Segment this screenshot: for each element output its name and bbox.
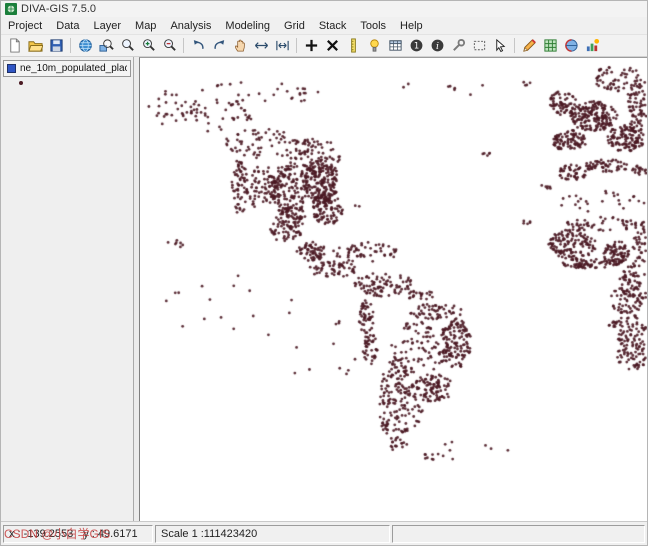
app-window: DIVA-GIS 7.5.0 Project Data Layer Map An… — [0, 0, 648, 546]
zoom-in-button[interactable] — [138, 36, 158, 56]
pan-button[interactable] — [230, 36, 250, 56]
pan-hand-icon — [234, 39, 245, 52]
toolbar: 1 i — [1, 35, 647, 57]
menu-layer[interactable]: Layer — [87, 17, 129, 35]
pointer-query-button[interactable] — [490, 36, 510, 56]
projection-globe-icon — [564, 39, 578, 52]
open-project-button[interactable] — [25, 36, 45, 56]
menu-grid[interactable]: Grid — [277, 17, 312, 35]
zoom-window-icon — [121, 39, 134, 51]
title-bar: DIVA-GIS 7.5.0 — [1, 1, 647, 17]
delete-feature-icon — [326, 40, 338, 51]
pointer-query-icon — [495, 38, 505, 53]
next-view-button[interactable] — [209, 36, 229, 56]
measure-button[interactable] — [343, 36, 363, 56]
identify-info-icon: i — [431, 39, 443, 52]
menu-map[interactable]: Map — [128, 17, 163, 35]
map-viewport — [139, 57, 647, 521]
menu-help[interactable]: Help — [393, 17, 430, 35]
next-view-icon — [213, 40, 224, 49]
window-title: DIVA-GIS 7.5.0 — [21, 3, 96, 15]
menu-bar: Project Data Layer Map Analysis Modeling… — [1, 17, 647, 35]
attribute-table-icon — [388, 40, 402, 51]
zoom-out-button[interactable] — [159, 36, 179, 56]
attribute-table-button[interactable] — [385, 36, 405, 56]
pan-extent-icon — [275, 40, 289, 51]
zoom-full-extent-button[interactable] — [75, 36, 95, 56]
zoom-full-extent-icon — [78, 39, 92, 52]
select-rectangle-icon — [473, 40, 485, 51]
design-pencil-icon — [522, 39, 536, 52]
identify-button[interactable]: i — [427, 36, 447, 56]
pan-horizontal-button[interactable] — [251, 36, 271, 56]
delete-feature-button[interactable] — [322, 36, 342, 56]
menu-modeling[interactable]: Modeling — [218, 17, 277, 35]
info-1-icon: 1 — [410, 39, 422, 52]
flash-bulb-icon — [369, 39, 379, 52]
grid-tool-icon — [543, 39, 557, 52]
new-project-icon — [9, 38, 20, 53]
menu-analysis[interactable]: Analysis — [163, 17, 218, 35]
svg-text:i: i — [436, 41, 439, 52]
toolbar-separator — [296, 38, 297, 53]
layer-visibility-checkbox[interactable] — [7, 64, 16, 73]
toolbox-button[interactable] — [448, 36, 468, 56]
previous-view-icon — [193, 40, 204, 49]
previous-view-button[interactable] — [188, 36, 208, 56]
layer-name: ne_10m_populated_places — [20, 63, 127, 74]
scale-cell: Scale 1 :111423420 — [155, 524, 390, 543]
svg-text:1: 1 — [413, 41, 418, 51]
layer-item[interactable]: ne_10m_populated_places — [3, 60, 131, 77]
map-canvas[interactable] — [140, 58, 647, 521]
statusbar-empty-cell — [392, 524, 645, 543]
toolbox-wrench-icon — [452, 38, 465, 51]
info-1-button[interactable]: 1 — [406, 36, 426, 56]
status-bar: x : -139.2553 y : 49.6171 Scale 1 :111423… — [1, 521, 647, 545]
zoom-in-icon — [142, 39, 155, 51]
main-content: ne_10m_populated_places — [1, 57, 647, 521]
pan-horizontal-icon — [254, 42, 268, 49]
grid-tool-button[interactable] — [540, 36, 560, 56]
climate-chart-icon — [586, 38, 599, 52]
coordinates-cell: x : -139.2553 y : 49.6171 — [3, 524, 153, 543]
zoom-out-icon — [163, 39, 176, 51]
add-feature-button[interactable] — [301, 36, 321, 56]
menu-data[interactable]: Data — [49, 17, 86, 35]
menu-stack[interactable]: Stack — [312, 17, 354, 35]
measure-ruler-icon — [350, 38, 356, 53]
toolbar-separator — [183, 38, 184, 53]
toolbar-separator — [70, 38, 71, 53]
layer-symbol-dot — [19, 81, 23, 85]
flash-layer-button[interactable] — [364, 36, 384, 56]
toolbar-separator — [514, 38, 515, 53]
save-project-button[interactable] — [46, 36, 66, 56]
select-rectangle-button[interactable] — [469, 36, 489, 56]
save-project-icon — [49, 39, 63, 52]
menu-tools[interactable]: Tools — [353, 17, 393, 35]
design-tool-button[interactable] — [519, 36, 539, 56]
add-feature-icon — [305, 39, 317, 52]
app-icon — [5, 3, 17, 15]
menu-project[interactable]: Project — [1, 17, 49, 35]
projection-tool-button[interactable] — [561, 36, 581, 56]
coordinate-x: x : -139.2553 — [9, 527, 74, 540]
pan-extent-button[interactable] — [272, 36, 292, 56]
layers-panel: ne_10m_populated_places — [1, 57, 134, 521]
open-project-icon — [27, 41, 43, 52]
zoom-to-layer-button[interactable] — [96, 36, 116, 56]
climate-tool-button[interactable] — [582, 36, 602, 56]
new-project-button[interactable] — [4, 36, 24, 56]
coordinate-y: y : 49.6171 — [83, 527, 138, 540]
zoom-to-layer-icon — [98, 39, 114, 52]
zoom-window-button[interactable] — [117, 36, 137, 56]
